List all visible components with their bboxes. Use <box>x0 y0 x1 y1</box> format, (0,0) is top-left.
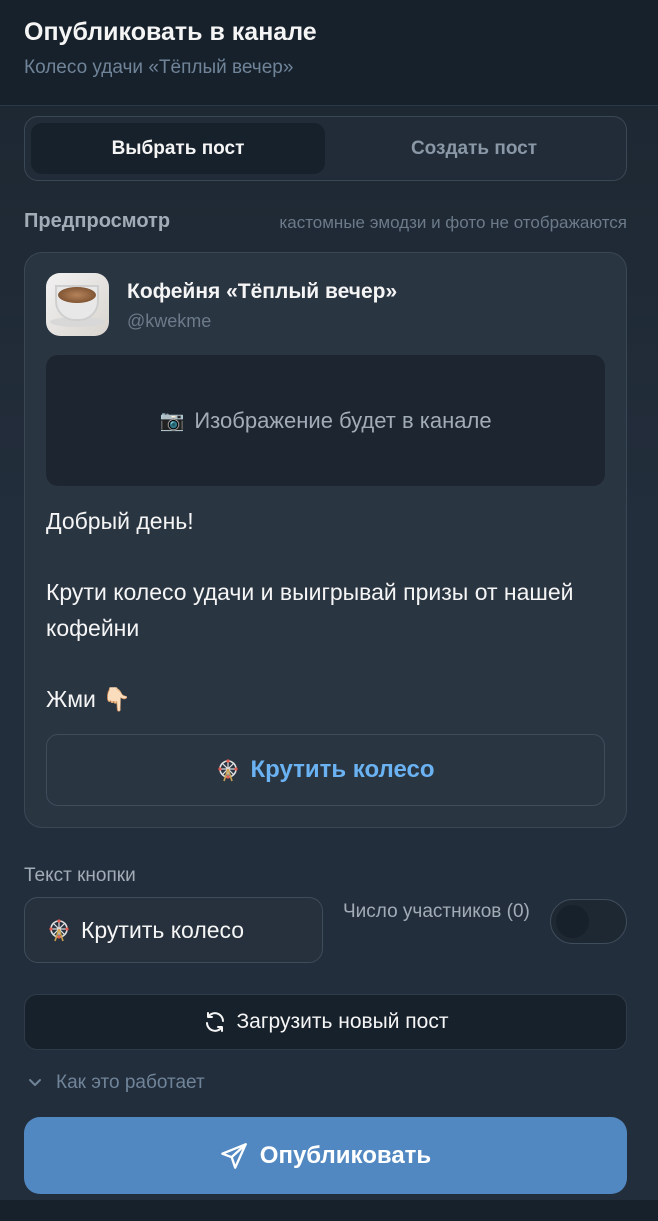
preview-spin-button[interactable]: Крутить колесо <box>46 734 605 806</box>
toggle-knob <box>556 905 589 938</box>
bottom-bar <box>0 1200 658 1221</box>
post-text: Добрый день! Крути колесо удачи и выигры… <box>46 503 586 717</box>
send-icon <box>220 1142 247 1169</box>
camera-icon: 📷 <box>159 410 185 432</box>
publish-button[interactable]: Опубликовать <box>24 1117 627 1194</box>
channel-handle: @kwekme <box>127 311 212 331</box>
refresh-icon <box>205 1012 224 1032</box>
image-placeholder: 📷 Изображение будет в канале <box>46 355 605 486</box>
post-mode-switch: Выбрать пост Создать пост <box>24 116 627 181</box>
preview-note: кастомные эмодзи и фото не отображаются <box>279 213 627 232</box>
post-preview-card: Кофейня «Тёплый вечер» @kwekme 📷 Изображ… <box>24 252 627 828</box>
chevron-down-icon <box>29 1079 41 1086</box>
header: Опубликовать в канале Колесо удачи «Тёпл… <box>0 0 658 106</box>
page-subtitle: Колесо удачи «Тёплый вечер» <box>24 57 294 78</box>
page-title: Опубликовать в канале <box>24 18 317 46</box>
load-new-post-button[interactable]: Загрузить новый пост <box>24 994 627 1050</box>
post-text-line: Жми 👇🏻 <box>46 686 131 712</box>
tab-select-post[interactable]: Выбрать пост <box>31 123 325 174</box>
post-text-line: Добрый день! <box>46 508 194 534</box>
post-text-line: Крути колесо удачи и выигрывай призы от … <box>46 579 574 641</box>
ferris-wheel-icon <box>49 919 69 942</box>
button-text-label: Текст кнопки <box>24 865 136 886</box>
channel-name: Кофейня «Тёплый вечер» <box>127 280 398 303</box>
publish-label: Опубликовать <box>259 1141 432 1169</box>
main-content: Выбрать пост Создать пост Предпросмотр к… <box>0 106 658 1200</box>
how-it-works-toggle[interactable]: Как это работает <box>26 1072 205 1094</box>
participants-count-label: Число участников (0) <box>343 901 530 922</box>
how-it-works-label: Как это работает <box>56 1072 205 1093</box>
button-text-value: Крутить колесо <box>81 916 245 943</box>
button-text-field[interactable]: Крутить колесо <box>24 897 323 963</box>
participants-count-toggle[interactable] <box>550 899 627 944</box>
image-placeholder-text: Изображение будет в канале <box>194 407 492 433</box>
preview-label: Предпросмотр <box>24 210 171 232</box>
ferris-wheel-icon <box>218 759 239 782</box>
preview-spin-label: Крутить колесо <box>250 756 435 783</box>
tab-create-post[interactable]: Создать пост <box>327 123 621 174</box>
channel-avatar <box>46 273 109 336</box>
load-new-post-label: Загрузить новый пост <box>236 1010 449 1033</box>
